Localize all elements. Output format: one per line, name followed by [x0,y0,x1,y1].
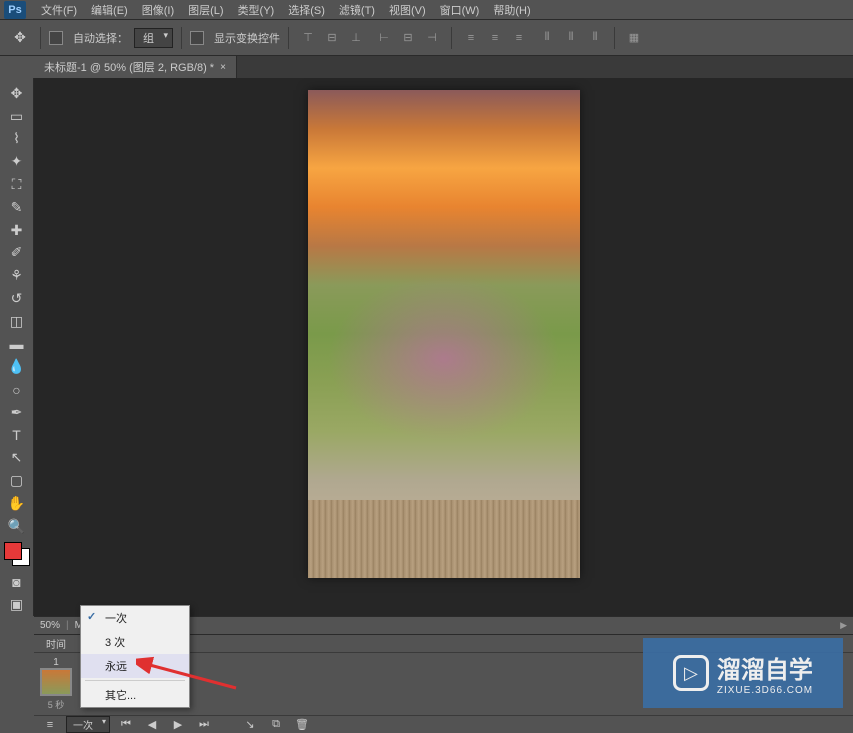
play-icon[interactable]: ▶ [168,717,188,733]
delete-frame-icon[interactable]: 🗑 [292,717,312,733]
menu-layer[interactable]: 图层(L) [181,2,230,18]
eraser-tool[interactable]: ◫ [3,310,31,333]
loop-menu: 一次 3 次 永远 其它... [80,605,190,708]
crop-tool[interactable]: ⛶ [3,173,31,196]
animation-frame[interactable]: 1 5 秒 [38,657,74,711]
auto-select-checkbox[interactable] [49,31,63,45]
heal-tool[interactable]: ✚ [3,219,31,242]
quickmask-tool[interactable]: ◙ [3,570,31,593]
wand-tool[interactable]: ✦ [3,150,31,173]
toolbox: ✥ ▭ ⌇ ✦ ⛶ ✎ ✚ ✐ ⚘ ↺ ◫ ▬ 💧 ○ ✒ T ↖ ▢ ✋ 🔍 … [0,78,34,616]
document-tabs: 未标题-1 @ 50% (图层 2, RGB/8) * × [34,56,853,78]
align-right-icon[interactable]: ⊣ [421,27,443,49]
align-hcenter-icon[interactable]: ⊟ [397,27,419,49]
auto-select-target-dropdown[interactable]: 组 [134,28,173,48]
timeline-footer: ≡ 一次 ⏮ ◀ ▶ ⏭ ↘ ⧉ 🗑 [34,715,853,733]
app-logo: Ps [4,1,26,19]
frame-thumbnail[interactable] [40,668,72,696]
blur-tool[interactable]: 💧 [3,355,31,378]
distribute-hcenter-icon[interactable]: ⫴ [560,27,582,49]
align-left-icon[interactable]: ⊢ [373,27,395,49]
stamp-tool[interactable]: ⚘ [3,264,31,287]
menu-file[interactable]: 文件(F) [34,2,84,18]
tween-icon[interactable]: ↘ [240,717,260,733]
pen-tool[interactable]: ✒ [3,401,31,424]
menu-filter[interactable]: 滤镜(T) [332,2,382,18]
hand-tool[interactable]: ✋ [3,492,31,515]
screenmode-tool[interactable]: ▣ [3,593,31,616]
loop-once[interactable]: 一次 [81,606,189,630]
canvas-area[interactable] [34,78,853,616]
menu-help[interactable]: 帮助(H) [486,2,537,18]
brush-tool[interactable]: ✐ [3,241,31,264]
menu-image[interactable]: 图像(I) [135,2,181,18]
document-tab-title: 未标题-1 @ 50% (图层 2, RGB/8) * [44,59,214,75]
document-tab[interactable]: 未标题-1 @ 50% (图层 2, RGB/8) * × [34,56,237,78]
zoom-tool[interactable]: 🔍 [3,515,31,538]
watermark-icon: ▷ [673,655,709,691]
history-brush-tool[interactable]: ↺ [3,287,31,310]
duplicate-frame-icon[interactable]: ⧉ [266,717,286,733]
distribute-bottom-icon[interactable]: ≡ [508,27,530,49]
distribute-right-icon[interactable]: ⫴ [584,27,606,49]
marquee-tool[interactable]: ▭ [3,105,31,128]
type-tool[interactable]: T [3,424,31,447]
distribute-left-icon[interactable]: ⫴ [536,27,558,49]
frame-delay[interactable]: 5 秒 [48,698,65,711]
distribute-vcenter-icon[interactable]: ≡ [484,27,506,49]
timeline-menu-icon[interactable]: ≡ [40,717,60,733]
loop-three[interactable]: 3 次 [81,630,189,654]
menu-bar: Ps 文件(F) 编辑(E) 图像(I) 图层(L) 类型(Y) 选择(S) 滤… [0,0,853,20]
align-vcenter-icon[interactable]: ⊟ [321,27,343,49]
menu-select[interactable]: 选择(S) [281,2,332,18]
align-top-icon[interactable]: ⊤ [297,27,319,49]
options-bar: ✥ 自动选择： 组 显示变换控件 ⊤ ⊟ ⊥ ⊢ ⊟ ⊣ ≡ ≡ ≡ ⫴ ⫴ ⫴ [0,20,853,56]
show-transform-checkbox[interactable] [190,31,204,45]
loop-forever[interactable]: 永远 [81,654,189,678]
align-bottom-icon[interactable]: ⊥ [345,27,367,49]
timeline-tab[interactable]: 时间 [38,635,74,652]
loop-other[interactable]: 其它... [81,683,189,707]
watermark-sub: ZIXUE.3D66.COM [717,685,813,696]
zoom-level[interactable]: 50% [40,620,60,631]
distribute-top-icon[interactable]: ≡ [460,27,482,49]
move-tool[interactable]: ✥ [3,82,31,105]
color-swatch[interactable] [4,542,30,567]
watermark-title: 溜溜自学 [717,650,813,685]
close-tab-icon[interactable]: × [220,62,226,73]
auto-align-icon[interactable]: ▦ [623,27,645,49]
first-frame-icon[interactable]: ⏮ [116,717,136,733]
dodge-tool[interactable]: ○ [3,378,31,401]
menu-type[interactable]: 类型(Y) [231,2,282,18]
frame-number: 1 [53,657,59,668]
loop-dropdown[interactable]: 一次 [66,716,110,733]
gradient-tool[interactable]: ▬ [3,333,31,356]
menu-view[interactable]: 视图(V) [382,2,433,18]
menu-edit[interactable]: 编辑(E) [84,2,135,18]
watermark: ▷ 溜溜自学 ZIXUE.3D66.COM [643,638,843,708]
next-frame-icon[interactable]: ⏭ [194,717,214,733]
prev-frame-icon[interactable]: ◀ [142,717,162,733]
show-transform-label: 显示变换控件 [214,30,280,46]
auto-select-label: 自动选择： [73,30,128,46]
status-flyout-icon[interactable]: ▶ [840,620,847,631]
menu-window[interactable]: 窗口(W) [433,2,487,18]
foreground-color[interactable] [4,542,22,560]
canvas-image [308,90,580,578]
move-tool-indicator[interactable]: ✥ [8,26,32,50]
lasso-tool[interactable]: ⌇ [3,128,31,151]
eyedropper-tool[interactable]: ✎ [3,196,31,219]
shape-tool[interactable]: ▢ [3,469,31,492]
path-tool[interactable]: ↖ [3,447,31,470]
